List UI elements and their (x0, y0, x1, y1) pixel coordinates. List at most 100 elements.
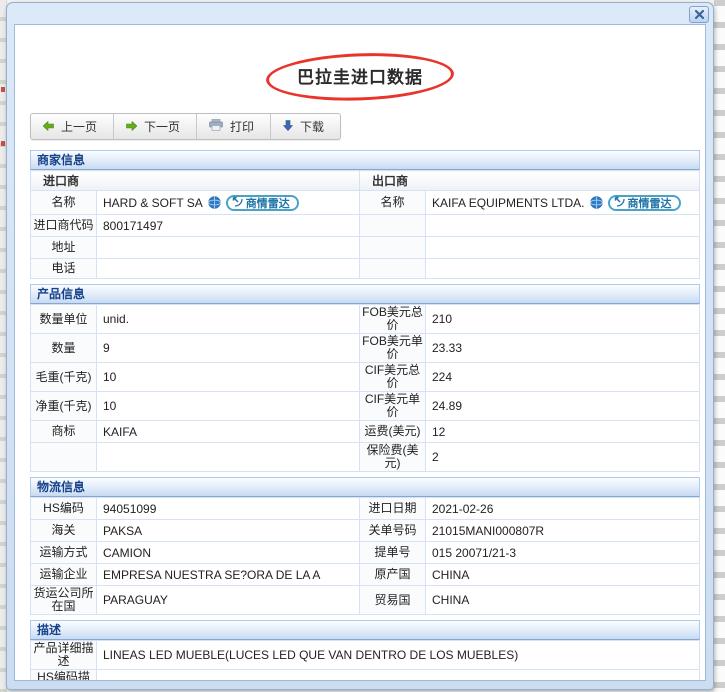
field-label: 运费(美元) (359, 420, 426, 443)
table-row: 毛重(千克) 10 CIF美元总价 224 (30, 362, 700, 392)
table-row: 名称 HARD & SOFT SA 商情雷达 名称 KAIFA EQUIPMEN… (30, 190, 700, 215)
field-label: 数量 (30, 333, 97, 363)
field-value: 9 (96, 333, 360, 363)
field-label: 贸易国 (359, 585, 426, 615)
globe-icon[interactable] (207, 196, 221, 209)
field-label: 毛重(千克) (30, 362, 97, 392)
toolbar: 上一页 下一页 打印 下载 (30, 113, 342, 140)
field-value: CAMION (96, 541, 360, 564)
radar-icon (232, 196, 243, 210)
field-label: 货运公司所在国 (30, 585, 97, 615)
field-label (359, 214, 427, 237)
field-value: 224 (425, 362, 700, 392)
field-value: 94051099 (96, 497, 360, 520)
field-value: 2 (425, 442, 700, 472)
field-value (95, 258, 361, 279)
merchant-table: 进口商 出口商 名称 HARD & SOFT SA 商情雷达 名称 KAIFA … (29, 170, 700, 279)
field-value: LINEAS LED MUEBLE(LUCES LED QUE VAN DENT… (96, 640, 700, 670)
field-label: 进口日期 (359, 497, 426, 520)
merchant-section-header: 商家信息 (30, 150, 700, 170)
import-data-dialog: 巴拉圭进口数据 上一页 下一页 打印 下载 商家信息 进口商 出口商 名称 HA… (6, 2, 714, 690)
field-label: 运输企业 (30, 563, 97, 586)
globe-icon[interactable] (589, 196, 603, 209)
field-value: CHINA (425, 563, 700, 586)
content: 商家信息 进口商 出口商 名称 HARD & SOFT SA 商情雷达 名称 K… (15, 150, 705, 680)
field-value: CHINA (425, 585, 700, 615)
field-value: 12 (425, 420, 700, 443)
field-value: unid. (96, 304, 360, 334)
download-button[interactable]: 下载 (270, 114, 340, 139)
table-row: 商标 KAIFA 运费(美元) 12 (30, 420, 700, 443)
logistics-section: 物流信息 HS编码 94051099 进口日期 2021-02-26 海关 PA… (30, 477, 700, 615)
table-row: 进口商代码 800171497 (30, 214, 700, 237)
prev-page-button[interactable]: 上一页 (31, 114, 113, 139)
field-label: CIF美元总价 (359, 362, 426, 392)
field-value: KAIFA (96, 420, 360, 443)
field-value (95, 236, 361, 259)
radar-badge[interactable]: 商情雷达 (607, 194, 681, 211)
field-label: 名称 (359, 190, 427, 215)
field-label: 运输方式 (30, 541, 97, 564)
table-row: 货运公司所在国 PARAGUAY 贸易国 CHINA (30, 585, 700, 615)
field-value: 10 (96, 391, 360, 421)
description-section-header: 描述 (30, 620, 700, 640)
radar-badge[interactable]: 商情雷达 (225, 194, 299, 211)
field-value: 24.89 (425, 391, 700, 421)
field-label: 海关 (30, 519, 97, 542)
field-label: FOB美元总价 (359, 304, 426, 334)
blue-down-arrow-icon (282, 119, 294, 134)
field-label: 净重(千克) (30, 391, 97, 421)
table-row: 海关 PAKSA 关单号码 21015MANI000807R (30, 519, 700, 542)
logistics-table: HS编码 94051099 进口日期 2021-02-26 海关 PAKSA 关… (30, 497, 700, 615)
table-row: 运输方式 CAMION 提单号 015 20071/21-3 (30, 541, 700, 564)
table-row: 进口商 出口商 (29, 170, 700, 191)
table-row: 运输企业 EMPRESA NUESTRA SE?ORA DE LA A 原产国 … (30, 563, 700, 586)
field-label: 产品详细描述 (30, 640, 97, 670)
field-value: PARAGUAY (96, 585, 360, 615)
field-label: 原产国 (359, 563, 426, 586)
importer-name-cell: HARD & SOFT SA 商情雷达 (95, 190, 361, 215)
field-label: 提单号 (359, 541, 426, 564)
field-label: 商标 (30, 420, 97, 443)
field-value: 23.33 (425, 333, 700, 363)
field-label (30, 442, 97, 472)
field-label: HS编码描述 (30, 669, 97, 680)
radar-badge-label: 商情雷达 (245, 197, 290, 210)
logistics-section-header: 物流信息 (30, 477, 700, 497)
field-value: 800171497 (95, 214, 361, 237)
description-section: 描述 产品详细描述 LINEAS LED MUEBLE(LUCES LED QU… (30, 620, 700, 680)
print-button[interactable]: 打印 (196, 114, 270, 139)
field-value (96, 669, 700, 680)
table-row: 电话 (30, 258, 700, 279)
field-label: FOB美元单价 (359, 333, 426, 363)
field-label: 进口商代码 (30, 214, 97, 237)
exporter-name-cell: KAIFA EQUIPMENTS LTDA. 商情雷达 (425, 190, 700, 215)
table-row: 数量 9 FOB美元单价 23.33 (30, 333, 700, 363)
table-row: 保险费(美元) 2 (30, 442, 700, 472)
exporter-header: 出口商 (359, 170, 700, 191)
next-page-button[interactable]: 下一页 (113, 114, 196, 139)
table-row: HS编码描述 (30, 669, 700, 680)
field-label: 保险费(美元) (359, 442, 426, 472)
field-value: 10 (96, 362, 360, 392)
field-label (359, 258, 427, 279)
field-value: PAKSA (96, 519, 360, 542)
prev-page-label: 上一页 (61, 120, 98, 134)
product-table: 数量单位 unid. FOB美元总价 210 数量 9 FOB美元单价 23.3… (30, 304, 700, 472)
field-value (425, 258, 700, 279)
field-value: 210 (425, 304, 700, 334)
field-value: 015 20071/21-3 (425, 541, 700, 564)
background-page-right (714, 0, 725, 692)
field-value (96, 442, 360, 472)
radar-badge-label: 商情雷达 (627, 197, 672, 210)
field-value (425, 214, 700, 237)
close-icon[interactable] (689, 6, 709, 23)
field-value (425, 236, 700, 259)
table-row: 地址 (30, 236, 700, 259)
field-label (359, 236, 427, 259)
table-row: 净重(千克) 10 CIF美元单价 24.89 (30, 391, 700, 421)
exporter-name: KAIFA EQUIPMENTS LTDA. (432, 195, 585, 210)
field-label: 名称 (30, 190, 97, 215)
dialog-body: 巴拉圭进口数据 上一页 下一页 打印 下载 商家信息 进口商 出口商 名称 HA… (14, 24, 706, 681)
download-label: 下载 (300, 120, 325, 134)
